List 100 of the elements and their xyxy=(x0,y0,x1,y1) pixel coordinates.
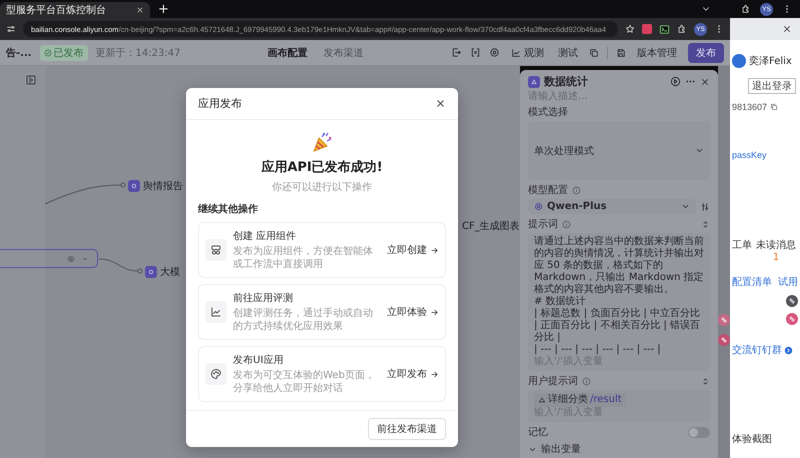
prompt-text: | --- | --- | --- | --- | --- | --- | xyxy=(534,344,662,356)
puzzle-icon[interactable] xyxy=(677,24,687,34)
variables-icon[interactable] xyxy=(470,47,481,58)
header-tab[interactable]: 画布配置 xyxy=(264,44,312,62)
section-label[interactable]: 输出变量 xyxy=(541,442,581,456)
palette-icon xyxy=(210,368,222,380)
assistant-icon[interactable] xyxy=(786,313,798,325)
variable-icon xyxy=(538,396,546,404)
updated-time: 更新于：14:23:47 xyxy=(96,46,180,60)
copy-icon[interactable] xyxy=(770,103,778,111)
connector-line xyxy=(98,258,142,274)
star-icon[interactable] xyxy=(625,24,635,34)
variable-tag[interactable]: 详细分类 /result xyxy=(534,393,626,407)
prompt-text: 请通过上述内容当中的数据来判断当前的内容的舆情情况，计算统计并输出对应 50 条的数据，格式如下的 Markdown，只输出 Markdown 指定格式的内容其他内容不要输出。 xyxy=(534,236,704,296)
card-description: 创建评测任务，通过手动或自动的方式持续优化应用效果 xyxy=(233,307,374,333)
version-management-button[interactable]: 版本管理 xyxy=(634,44,680,62)
puzzle-icon[interactable] xyxy=(741,4,751,14)
prompt-text: # 数据统计 xyxy=(534,296,587,308)
mode-select[interactable]: 单次处理模式 xyxy=(528,121,710,180)
info-icon xyxy=(562,220,571,228)
field-label: 提示词 xyxy=(528,218,558,231)
party-popper-icon xyxy=(310,130,334,154)
prompt-text: | 标题总数 | 负面百分比 | 中立百分比 | 正面百分比 | 不相关百分比 | 错误百分比 | xyxy=(534,308,702,344)
site-settings-icon[interactable] xyxy=(6,24,16,34)
card-description: 发布为应用组件，方便在智能体或工作流中直接调用 xyxy=(233,245,374,271)
browser-tab[interactable]: 型服务平台百炼控制台 xyxy=(0,2,150,18)
success-headline: 应用API已发布成功! xyxy=(261,158,383,176)
node-icon[interactable] xyxy=(145,266,157,278)
node-icon[interactable] xyxy=(128,180,140,192)
assistant-icon[interactable] xyxy=(718,314,730,326)
exit-icon[interactable] xyxy=(451,47,462,58)
card-description: 发布为可交互体验的Web页面，分享给他人立即开始对话 xyxy=(233,369,376,395)
panel-icon[interactable] xyxy=(25,74,37,86)
terminal-icon[interactable] xyxy=(659,24,670,34)
group-link[interactable]: 交流钉钉群 xyxy=(732,343,782,357)
assistant-icon[interactable] xyxy=(786,295,798,307)
field-label: 记忆 xyxy=(528,426,548,439)
go-to-channels-button[interactable]: 前往发布渠道 xyxy=(368,418,446,440)
check-circle-icon xyxy=(44,48,52,56)
card-title: 发布UI应用 xyxy=(233,354,284,367)
node-title: 数据统计 xyxy=(544,74,588,89)
sliders-icon[interactable] xyxy=(700,202,710,212)
api-key-link[interactable]: passKey xyxy=(732,150,800,160)
user-avatar xyxy=(732,54,746,68)
logout-button[interactable]: 退出登录 xyxy=(748,78,796,94)
account-id: 9813607 xyxy=(732,102,768,112)
play-icon[interactable] xyxy=(670,76,681,87)
section-title: 继续其他操作 xyxy=(198,202,259,216)
node-label[interactable]: 大模 xyxy=(160,265,180,279)
save-icon[interactable] xyxy=(616,48,626,58)
arrow-right-icon xyxy=(430,246,439,254)
info-icon xyxy=(582,376,591,386)
app-title: 告-... xyxy=(6,46,32,60)
info-icon xyxy=(572,186,581,194)
arrow-right-icon xyxy=(430,308,439,316)
new-tab-button[interactable]: + xyxy=(150,2,177,16)
chart-icon xyxy=(210,306,222,318)
field-label: 模式选择 xyxy=(528,106,569,119)
settings-icon[interactable] xyxy=(489,47,500,58)
target-icon xyxy=(67,254,75,262)
memory-toggle[interactable] xyxy=(688,426,710,438)
user-name: 奕泽Felix xyxy=(749,54,792,68)
chevron-down-icon xyxy=(681,202,690,211)
header-tab[interactable]: 发布渠道 xyxy=(320,44,368,62)
dialog-title: 应用发布 xyxy=(198,96,242,111)
status-badge: 已发布 xyxy=(40,44,88,60)
stat-value: 1 xyxy=(772,252,780,263)
close-icon[interactable] xyxy=(782,24,792,34)
chevron-circle-icon[interactable] xyxy=(784,346,793,354)
card-title: 前往应用评测 xyxy=(233,292,294,305)
close-icon[interactable] xyxy=(700,76,710,86)
workflow-node[interactable] xyxy=(0,249,98,268)
copy-icon[interactable] xyxy=(589,48,599,58)
card-title: 创建 应用组件 xyxy=(233,230,298,243)
card-action-link[interactable]: 立即创建 xyxy=(387,243,439,257)
test-button[interactable]: 测试 xyxy=(555,44,581,62)
quick-link[interactable]: 试用 xyxy=(778,275,798,289)
publish-button[interactable]: 发布 xyxy=(688,42,724,62)
card-action-link[interactable]: 立即体验 xyxy=(387,305,439,319)
node-label[interactable]: CF_生成图表 xyxy=(462,219,520,233)
line-chart-icon xyxy=(511,48,521,58)
stat-label[interactable]: 工单 xyxy=(732,238,752,252)
success-subtitle: 你还可以进行以下操作 xyxy=(272,180,372,194)
observe-button[interactable]: 观测 xyxy=(508,44,547,62)
model-select[interactable]: Qwen-Plus xyxy=(528,199,696,214)
stat-label[interactable]: 未读消息 xyxy=(756,238,796,252)
node-label[interactable]: 舆情报告 xyxy=(143,179,183,193)
card-action-link[interactable]: 立即发布 xyxy=(387,367,439,381)
expand-icon[interactable] xyxy=(701,376,710,386)
quick-link[interactable]: 配置清单 xyxy=(732,275,772,289)
chevron-down-icon xyxy=(695,146,704,155)
component-icon xyxy=(210,244,222,256)
field-label: 模型配置 xyxy=(528,184,568,197)
expand-icon[interactable] xyxy=(701,220,710,228)
model-icon xyxy=(534,202,543,211)
close-icon xyxy=(435,98,446,109)
close-icon[interactable] xyxy=(136,6,144,14)
assistant-icon[interactable] xyxy=(718,334,730,346)
close-button[interactable] xyxy=(435,98,446,109)
screenshot-label: 体验截图 xyxy=(732,432,773,446)
